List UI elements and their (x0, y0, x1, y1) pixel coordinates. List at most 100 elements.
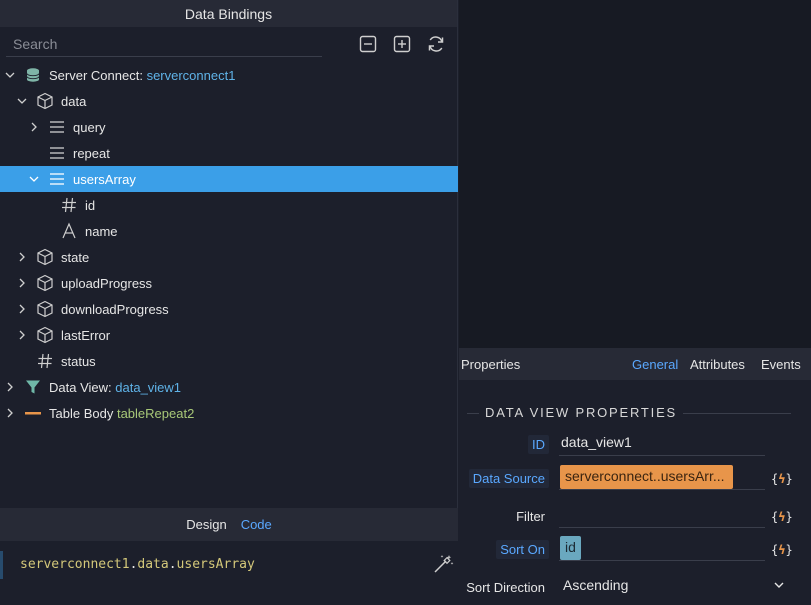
text-type-icon (60, 222, 78, 240)
tree-item-state[interactable]: state (0, 244, 458, 270)
tree-item-upload-progress[interactable]: uploadProgress (0, 270, 458, 296)
properties-title: Properties (461, 356, 521, 372)
cube-icon (36, 300, 54, 318)
database-icon (24, 66, 42, 84)
code-separator: . (168, 557, 177, 572)
chevron-down-icon[interactable] (3, 68, 17, 82)
sort-on-bind-button[interactable]: {ϟ} (771, 541, 793, 559)
properties-header: Properties General Attributes Events (459, 348, 811, 380)
hash-icon (36, 352, 54, 370)
tree-item-query[interactable]: query (0, 114, 458, 140)
code-token: usersArray (176, 557, 255, 572)
code-token: serverconnect1 (20, 557, 130, 572)
property-label-data-source: Data Source (468, 469, 549, 488)
tree-item-repeat[interactable]: repeat (0, 140, 458, 166)
filter-field[interactable] (559, 502, 765, 528)
tab-design[interactable]: Design (186, 517, 226, 532)
tree-item-label: uploadProgress (61, 275, 153, 291)
tab-events[interactable]: Events (761, 357, 801, 372)
plus-box-icon (393, 35, 411, 53)
tree-item-data[interactable]: data (0, 88, 458, 114)
dash-icon (24, 404, 42, 422)
id-field[interactable]: data_view1 (559, 430, 765, 456)
tree-item-last-error[interactable]: lastError (0, 322, 458, 348)
chevron-down-icon (773, 579, 785, 594)
code-expression[interactable]: serverconnect1.data.usersArray (20, 557, 255, 572)
tree-item-name[interactable]: name (0, 218, 458, 244)
tree-item-id[interactable]: id (0, 192, 458, 218)
tree-item-users-array[interactable]: usersArray (0, 166, 458, 192)
property-label-sort-direction: Sort Direction (466, 580, 545, 595)
sort-direction-select[interactable]: Ascending (559, 573, 791, 599)
data-bindings-panel: Data Bindings Server Connect: serverconn… (0, 0, 458, 605)
cube-icon (36, 92, 54, 110)
tree-item-suffix: data_view1 (115, 379, 182, 395)
tree-item-table-body[interactable]: Table Body tableRepeat2 (0, 400, 458, 426)
tree-item-label: status (61, 353, 96, 369)
tree-item-suffix: serverconnect1 (146, 67, 236, 83)
brace: { (771, 510, 779, 524)
tree-item-label: Data View: (49, 379, 112, 395)
property-label-id: ID (528, 435, 549, 454)
chevron-right-icon[interactable] (3, 406, 17, 420)
chevron-right-icon[interactable] (15, 250, 29, 264)
tree-item-data-view[interactable]: Data View: data_view1 (0, 374, 458, 400)
magic-wand-icon (434, 555, 454, 573)
collapse-all-button[interactable] (358, 34, 378, 54)
tree-item-status[interactable]: status (0, 348, 458, 374)
data-source-field[interactable]: serverconnect..usersArr... (559, 464, 765, 490)
list-icon (48, 170, 66, 188)
tree-item-label: lastError (61, 327, 111, 343)
search-input[interactable] (6, 31, 322, 57)
chevron-right-icon[interactable] (3, 380, 17, 394)
panel-header: Data Bindings (0, 0, 457, 27)
code-token: data (137, 557, 169, 572)
expand-all-button[interactable] (392, 34, 412, 54)
tree-item-label: id (85, 197, 96, 213)
tree-item-label: query (73, 119, 106, 135)
lightning-icon: ϟ (778, 472, 786, 486)
tree-item-label: data (61, 93, 87, 109)
filter-icon (24, 378, 42, 396)
chevron-down-icon[interactable] (27, 172, 41, 186)
tab-general[interactable]: General (632, 357, 678, 372)
canvas-area (459, 0, 811, 348)
id-value: data_view1 (561, 434, 632, 450)
sort-direction-value: Ascending (563, 577, 629, 593)
data-source-bind-button[interactable]: {ϟ} (771, 470, 793, 488)
chevron-right-icon[interactable] (15, 276, 29, 290)
tree-item-label: state (61, 249, 90, 265)
chevron-down-icon[interactable] (15, 94, 29, 108)
data-source-value: serverconnect..usersArr... (560, 465, 733, 489)
tree-item-label: name (85, 223, 118, 239)
tab-code[interactable]: Code (241, 517, 272, 532)
properties-panel: Properties General Attributes Events DAT… (459, 348, 811, 605)
hash-icon (60, 196, 78, 214)
tab-attributes[interactable]: Attributes (690, 357, 745, 372)
view-mode-bar: Design Code (0, 508, 458, 541)
tree-item-label: usersArray (73, 171, 136, 187)
tree-item-suffix: tableRepeat2 (116, 405, 195, 421)
brace: } (785, 510, 793, 524)
tree-item-label: Server Connect: (49, 67, 143, 83)
property-row-filter: Filter {ϟ} (459, 502, 811, 532)
code-editor[interactable]: serverconnect1.data.usersArray (0, 541, 458, 605)
chevron-right-icon[interactable] (27, 120, 41, 134)
filter-bind-button[interactable]: {ϟ} (771, 508, 793, 526)
sort-on-field[interactable]: id (559, 535, 765, 561)
brace: { (771, 543, 779, 557)
tree-item-server-connect[interactable]: Server Connect: serverconnect1 (0, 62, 458, 88)
chevron-right-icon[interactable] (15, 302, 29, 316)
cube-icon (36, 274, 54, 292)
chevron-right-icon[interactable] (15, 328, 29, 342)
refresh-button[interactable] (426, 34, 446, 54)
search-bar (0, 27, 458, 62)
panel-title: Data Bindings (184, 5, 273, 22)
tree-item-download-progress[interactable]: downloadProgress (0, 296, 458, 322)
minus-box-icon (359, 35, 377, 53)
tree-item-label: Table Body (49, 405, 114, 421)
tree-item-label: repeat (73, 145, 110, 161)
magic-wand-button[interactable] (432, 553, 454, 575)
property-row-sort-direction: Sort Direction Ascending (459, 573, 811, 603)
brace: } (785, 543, 793, 557)
